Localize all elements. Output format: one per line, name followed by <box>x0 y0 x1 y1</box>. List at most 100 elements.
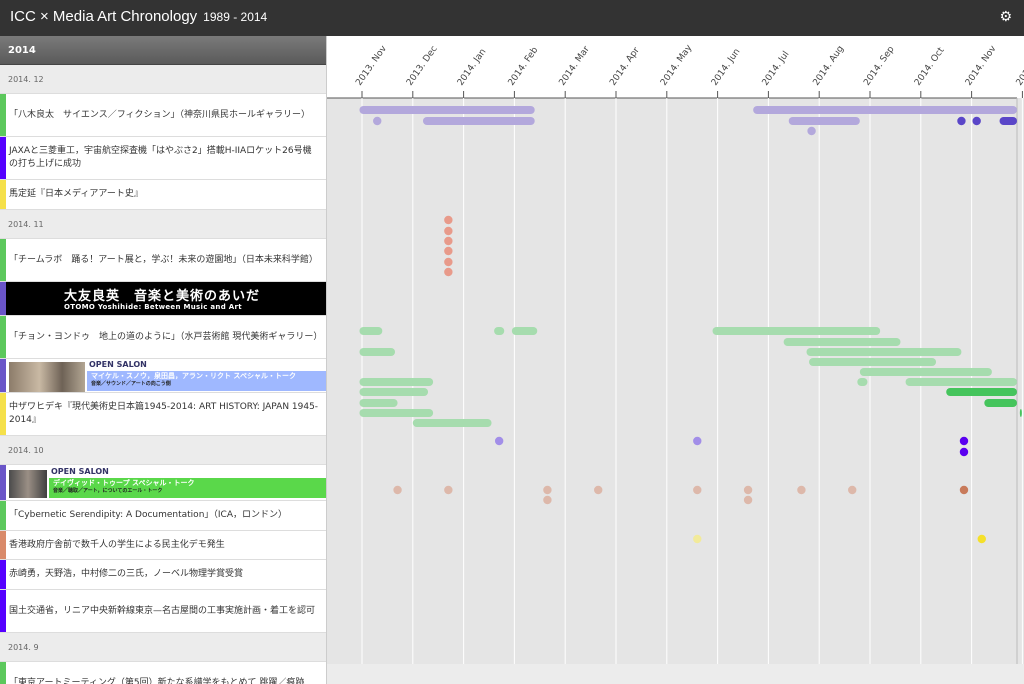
event-title: 国土交通省，リニア中央新幹線東京—名古屋間の工事実施計画・着工を認可 <box>9 605 316 616</box>
event-dot <box>959 485 969 495</box>
event-dot <box>543 495 552 505</box>
category-color-bar <box>0 359 6 392</box>
event-title: 「八木良太 サイエンス／フィクション」（神奈川県民ホールギャラリー） <box>9 109 311 120</box>
event-dot <box>959 447 969 457</box>
speaker-photo <box>9 470 47 498</box>
list-item[interactable]: JAXAと三菱重工，宇宙航空探査機「はやぶさ2」搭載H-IIAロケット26号機の… <box>0 137 326 180</box>
event-bar <box>946 388 1017 396</box>
event-bar <box>753 106 1017 114</box>
category-color-bar <box>0 662 6 684</box>
event-bar <box>359 327 383 335</box>
event-title: 馬定延『日本メディアアート史』 <box>9 189 143 199</box>
event-bar <box>809 358 937 366</box>
category-color-bar <box>0 316 6 358</box>
event-title: 「東京アートミーティング（第5回）新たな系譜学をもとめて 跳躍／痕跡 <box>9 677 305 684</box>
talk-subtitle: 音楽／サウンド／アートの向こう側 <box>91 381 171 387</box>
event-dot <box>543 485 552 495</box>
event-bar <box>412 419 492 427</box>
list-item[interactable]: 国土交通省，リニア中央新幹線東京—名古屋間の工事実施計画・着工を認可 <box>0 590 326 633</box>
event-dot <box>972 116 981 126</box>
event-bar <box>999 117 1017 125</box>
list-item[interactable]: 「チームラボ 踊る！アート展と，学ぶ！未来の遊園地」（日本未来科学館） <box>0 239 326 282</box>
talk-info-strip: デイヴィッド・トゥープ スペシャル・トーク 音楽／聴取／アート，についてのエール・… <box>49 478 326 498</box>
timeline-panel[interactable]: 2013. Nov 2013. Dec 2014. Jan 2014. Feb 2014… <box>327 36 1024 684</box>
event-list-sidebar[interactable]: 2014 2014. 12 「八木良太 サイエンス／フィクション」（神奈川県民ホー… <box>0 36 327 684</box>
event-dot <box>977 534 986 544</box>
month-header: 2014. 12 <box>0 65 326 94</box>
event-dot <box>393 485 402 495</box>
open-salon-label: OPEN SALON <box>51 467 109 476</box>
category-color-bar <box>0 137 6 179</box>
event-bar <box>1019 409 1022 417</box>
month-header: 2014. 10 <box>0 436 326 465</box>
list-item[interactable]: 中ザワヒデキ『現代美術史日本篇1945-2014: ART HISTORY: J… <box>0 393 326 436</box>
event-dot <box>743 495 753 505</box>
event-dot <box>807 126 816 136</box>
app-title-text: ICC × Media Art Chronology <box>10 8 198 25</box>
event-bar <box>422 117 535 125</box>
event-dot <box>444 267 453 277</box>
event-title: 赤崎勇，天野浩，中村修二の三氏，ノーベル物理学賞受賞 <box>9 569 244 579</box>
event-bar <box>806 348 962 356</box>
event-bar <box>984 399 1017 407</box>
category-color-bar <box>0 501 6 530</box>
app-title: ICC × Media Art Chronology 1989 - 2014 <box>10 8 267 25</box>
month-label: 2014. 9 <box>8 642 39 652</box>
open-salon-banner[interactable]: OPEN SALON デイヴィッド・トゥープ スペシャル・トーク 音楽／聴取／アート… <box>0 465 326 501</box>
month-header: 2014. 9 <box>0 633 326 662</box>
category-color-bar <box>0 560 6 589</box>
list-item[interactable]: 「東京アートミーティング（第5回）新たな系譜学をもとめて 跳躍／痕跡 <box>0 662 326 684</box>
gear-icon[interactable]: ⚙ <box>999 9 1012 25</box>
banner-subtitle: OTOMO Yoshihide: Between Music and Art <box>64 303 242 311</box>
open-salon-banner[interactable]: OPEN SALON マイケル・スノウ，泉田昌，アラン・リクト スペシャル・トーク… <box>0 359 326 393</box>
timeline-chart: 2013. Nov 2013. Dec 2014. Jan 2014. Feb 2014… <box>327 36 1024 684</box>
category-color-bar <box>0 180 6 209</box>
event-dot <box>444 257 453 267</box>
event-title: 「チョン・ヨンドゥ 地上の道のように」（水戸芸術館 現代美術ギャラリー） <box>9 331 323 342</box>
event-dot <box>959 436 969 446</box>
title-bar: ICC × Media Art Chronology 1989 - 2014 ⚙ <box>0 0 1024 36</box>
event-dot <box>444 226 453 236</box>
list-item[interactable]: 「Cybernetic Serendipity: A Documentation… <box>0 501 326 531</box>
event-title: 「チームラボ 踊る！アート展と，学ぶ！未来の遊園地」（日本未来科学館） <box>9 254 318 265</box>
talk-title: デイヴィッド・トゥープ スペシャル・トーク <box>53 479 195 487</box>
event-dot <box>693 534 702 544</box>
talk-info-strip: マイケル・スノウ，泉田昌，アラン・リクト スペシャル・トーク 音楽／サウンド／アー… <box>87 371 326 391</box>
category-color-bar <box>0 282 6 315</box>
event-dot <box>797 485 806 495</box>
category-color-bar <box>0 590 6 632</box>
category-color-bar <box>0 239 6 281</box>
event-bar <box>359 106 535 114</box>
event-bar <box>359 348 396 356</box>
event-bar <box>712 327 881 335</box>
list-item[interactable]: 「チョン・ヨンドゥ 地上の道のように」（水戸芸術館 現代美術ギャラリー） <box>0 316 326 359</box>
exhibition-banner[interactable]: 大友良英 音楽と美術のあいだ OTOMO Yoshihide: Between M… <box>0 282 326 316</box>
list-item[interactable]: 香港政府庁舎前で数千人の学生による民主化デモ発生 <box>0 531 326 560</box>
event-dot <box>693 485 702 495</box>
list-item[interactable]: 馬定延『日本メディアアート史』 <box>0 180 326 210</box>
category-color-bar <box>0 393 6 435</box>
event-title: JAXAと三菱重工，宇宙航空探査機「はやぶさ2」搭載H-IIAロケット26号機の… <box>9 146 312 169</box>
year-header: 2014 <box>0 36 326 65</box>
event-title: 「Cybernetic Serendipity: A Documentation… <box>9 510 287 520</box>
month-label: 2014. 12 <box>8 74 44 84</box>
event-dot <box>743 485 753 495</box>
plot-area <box>327 98 1024 684</box>
banner-title: 大友良英 音楽と美術のあいだ <box>64 289 261 304</box>
list-item[interactable]: 「八木良太 サイエンス／フィクション」（神奈川県民ホールギャラリー） <box>0 94 326 137</box>
category-color-bar <box>0 465 6 500</box>
event-bar <box>788 117 860 125</box>
event-dot <box>444 485 453 495</box>
event-dot <box>594 485 603 495</box>
app-date-range: 1989 - 2014 <box>203 10 268 24</box>
event-dot <box>444 246 453 256</box>
talk-title: マイケル・スノウ，泉田昌，アラン・リクト スペシャル・トーク <box>91 372 296 380</box>
event-bar <box>783 338 901 346</box>
event-dot <box>957 116 966 126</box>
event-bar <box>857 378 868 386</box>
list-item[interactable]: 赤崎勇，天野浩，中村修二の三氏，ノーベル物理学賞受賞 <box>0 560 326 590</box>
event-dot <box>444 236 453 246</box>
category-color-bar <box>0 531 6 559</box>
event-bar <box>359 409 434 417</box>
event-bar <box>905 378 1017 386</box>
